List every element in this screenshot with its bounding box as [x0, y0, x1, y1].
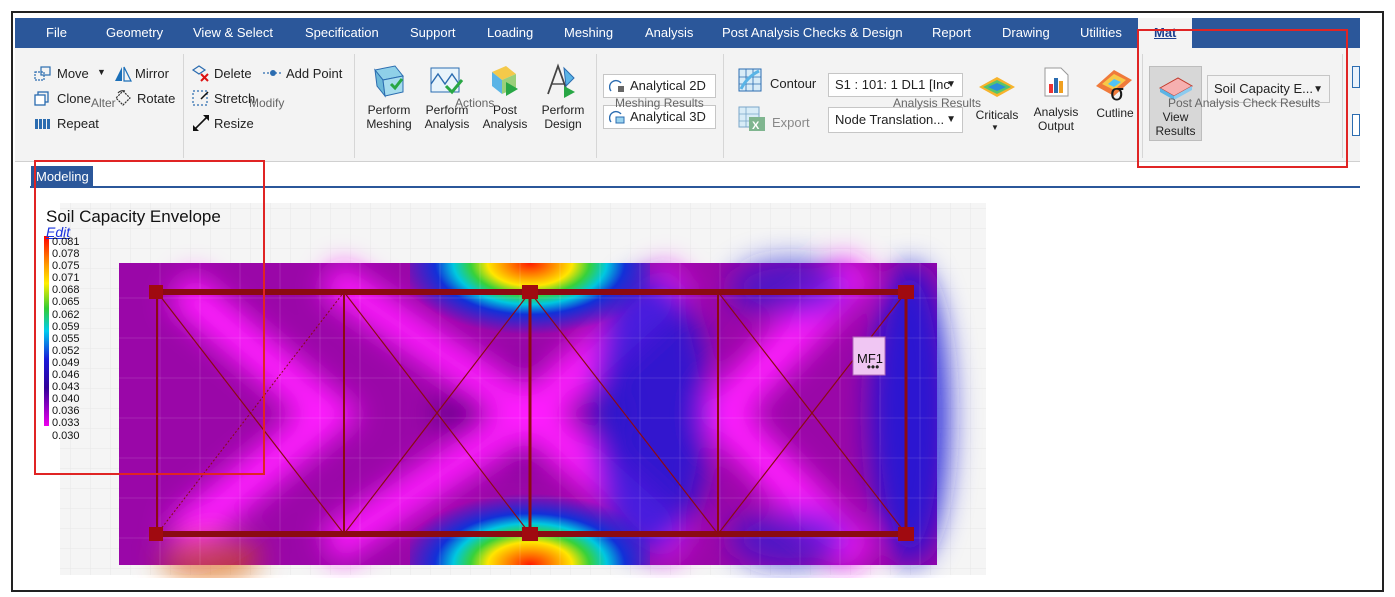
- menu-view-select[interactable]: View & Select: [193, 18, 273, 48]
- resize-icon: [193, 115, 209, 131]
- menu-analysis[interactable]: Analysis: [645, 18, 693, 48]
- cutline-button[interactable]: Cutline: [1091, 106, 1139, 120]
- menu-meshing[interactable]: Meshing: [564, 18, 613, 48]
- actions-group-title: Actions: [455, 96, 495, 110]
- rotate-icon: [115, 90, 131, 106]
- clone-icon: [34, 91, 49, 106]
- menu-utilities[interactable]: Utilities: [1080, 18, 1122, 48]
- highlight-box-mat-tab: [1137, 29, 1348, 168]
- move-icon: [34, 66, 51, 81]
- repeat-icon: [35, 119, 50, 129]
- group-separator: [596, 54, 597, 158]
- delete-icon: [191, 65, 209, 82]
- menu-loading[interactable]: Loading: [487, 18, 533, 48]
- menu-post-analysis[interactable]: Post Analysis Checks & Design: [722, 18, 903, 48]
- repeat-button[interactable]: Repeat: [57, 116, 99, 132]
- menu-report[interactable]: Report: [932, 18, 971, 48]
- move-button[interactable]: Move: [57, 66, 89, 82]
- group-separator: [183, 54, 184, 158]
- group-separator: [723, 54, 724, 158]
- perform-design-button[interactable]: Perform Design: [537, 103, 589, 131]
- rotate-button[interactable]: Rotate: [137, 91, 175, 107]
- mirror-icon: [115, 66, 132, 82]
- mirror-button[interactable]: Mirror: [135, 66, 169, 82]
- analytical-2d-icon: [609, 79, 624, 92]
- export-button[interactable]: Export: [772, 115, 810, 131]
- svg-text:X: X: [752, 120, 760, 132]
- analysis-output-icon[interactable]: [1042, 66, 1070, 98]
- criticals-icon[interactable]: [977, 74, 1017, 100]
- contour-icon: [738, 68, 762, 92]
- analysis-output-button[interactable]: Analysis Output: [1028, 105, 1084, 133]
- perform-meshing-button[interactable]: Perform Meshing: [364, 103, 414, 131]
- criticals-dropdown-icon[interactable]: ▼: [991, 121, 999, 135]
- move-dropdown-icon[interactable]: ▼: [97, 64, 106, 80]
- highlight-box-legend: [34, 160, 265, 475]
- overflow-icon[interactable]: [1352, 66, 1360, 88]
- delete-button[interactable]: Delete: [214, 66, 252, 82]
- stretch-icon: [192, 90, 209, 106]
- analytical-3d-icon: [609, 110, 625, 124]
- menu-specification[interactable]: Specification: [305, 18, 379, 48]
- mat-label[interactable]: MF1: [857, 351, 883, 366]
- menu-drawing[interactable]: Drawing: [1002, 18, 1050, 48]
- perform-analysis-icon[interactable]: [428, 62, 464, 100]
- post-analysis-icon[interactable]: [486, 62, 522, 100]
- criticals-button[interactable]: Criticals: [974, 108, 1020, 122]
- chevron-down-icon: ▼: [946, 114, 956, 125]
- menu-file[interactable]: File: [46, 18, 67, 48]
- perform-meshing-icon[interactable]: [371, 62, 407, 100]
- svg-text:σ: σ: [1110, 81, 1124, 102]
- add-point-icon: [263, 70, 283, 76]
- modify-group-title: Modify: [249, 96, 285, 110]
- menu-geometry[interactable]: Geometry: [106, 18, 163, 48]
- clone-button[interactable]: Clone: [57, 91, 91, 107]
- load-case-dropdown[interactable]: S1 : 101: 1 DL1 [Inc ▼: [828, 73, 963, 97]
- group-separator: [354, 54, 355, 158]
- overflow-icon[interactable]: [1352, 114, 1360, 136]
- analysis-results-group-title: Analysis Results: [893, 96, 982, 110]
- resize-button[interactable]: Resize: [214, 116, 254, 132]
- meshing-results-group-title: Meshing Results: [615, 96, 704, 110]
- cutline-icon[interactable]: σ: [1094, 66, 1134, 102]
- export-icon: X: [738, 106, 765, 132]
- perform-design-icon[interactable]: [542, 62, 578, 100]
- result-type-dropdown[interactable]: Node Translation... ▼: [828, 107, 963, 133]
- alter-group-title: Alter: [91, 96, 116, 110]
- add-point-button[interactable]: Add Point: [286, 66, 342, 82]
- contour-button[interactable]: Contour: [770, 76, 816, 92]
- menu-support[interactable]: Support: [410, 18, 456, 48]
- chevron-down-icon: ▼: [946, 79, 956, 90]
